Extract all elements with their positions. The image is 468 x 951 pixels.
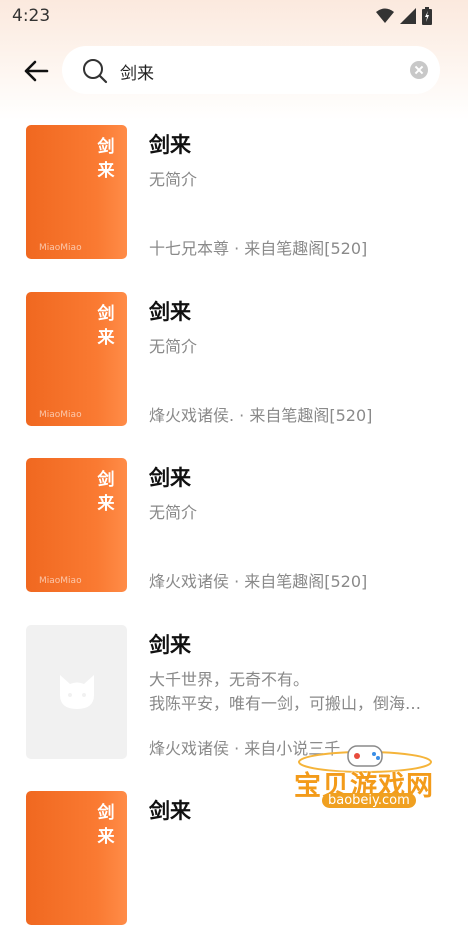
- book-cover: 剑来: [26, 791, 127, 925]
- book-meta: 烽火戏诸侯 · 来自笔趣阁[520]: [149, 572, 368, 591]
- search-icon: [83, 59, 108, 84]
- book-meta: 烽火戏诸侯. · 来自笔趣阁[520]: [149, 406, 373, 425]
- search-input[interactable]: [118, 46, 402, 96]
- book-title: 剑来: [149, 799, 191, 823]
- book-cover-placeholder: [26, 625, 127, 759]
- battery-icon: [422, 7, 432, 25]
- clear-search-button[interactable]: [410, 61, 428, 79]
- book-intro: 无简介: [149, 170, 198, 189]
- book-title: 剑来: [149, 633, 191, 657]
- result-item[interactable]: 剑来 MiaoMiao 剑来 无简介 烽火戏诸侯 · 来自笔趣阁[520]: [0, 458, 468, 618]
- status-bar: 4:23: [0, 0, 468, 32]
- book-title: 剑来: [149, 466, 191, 490]
- cover-title: 剑来: [97, 137, 115, 181]
- cat-placeholder-icon: [60, 675, 94, 709]
- book-intro: 无简介: [149, 337, 198, 356]
- wifi-icon: [376, 8, 394, 23]
- cover-title: 剑来: [97, 803, 115, 847]
- result-item[interactable]: 剑来 MiaoMiao 剑来 无简介 烽火戏诸侯. · 来自笔趣阁[520]: [0, 292, 468, 452]
- cover-brand: MiaoMiao: [39, 410, 82, 420]
- watermark-logo: 宝贝游戏网 baobeiy.com: [290, 738, 440, 828]
- cover-brand: MiaoMiao: [39, 576, 82, 586]
- status-time: 4:23: [12, 6, 51, 26]
- watermark-url: baobeiy.com: [322, 793, 416, 808]
- book-intro: 大千世界，无奇不有。 我陈平安，唯有一剑，可搬山，倒海…: [149, 670, 422, 713]
- book-cover: 剑来 MiaoMiao: [26, 292, 127, 426]
- book-intro: 无简介: [149, 503, 198, 522]
- status-icons: [376, 7, 432, 25]
- signal-icon: [400, 8, 416, 24]
- back-arrow-icon: [24, 60, 49, 82]
- book-meta: 十七兄本尊 · 来自笔趣阁[520]: [149, 239, 368, 258]
- book-cover: 剑来 MiaoMiao: [26, 125, 127, 259]
- cover-title: 剑来: [97, 470, 115, 514]
- book-cover: 剑来 MiaoMiao: [26, 458, 127, 592]
- result-item[interactable]: 剑来 MiaoMiao 剑来 无简介 十七兄本尊 · 来自笔趣阁[520]: [0, 125, 468, 285]
- cover-brand: MiaoMiao: [39, 243, 82, 253]
- cover-title: 剑来: [97, 304, 115, 348]
- book-title: 剑来: [149, 133, 191, 157]
- back-button[interactable]: [18, 55, 54, 87]
- book-title: 剑来: [149, 300, 191, 324]
- search-bar: [62, 46, 440, 96]
